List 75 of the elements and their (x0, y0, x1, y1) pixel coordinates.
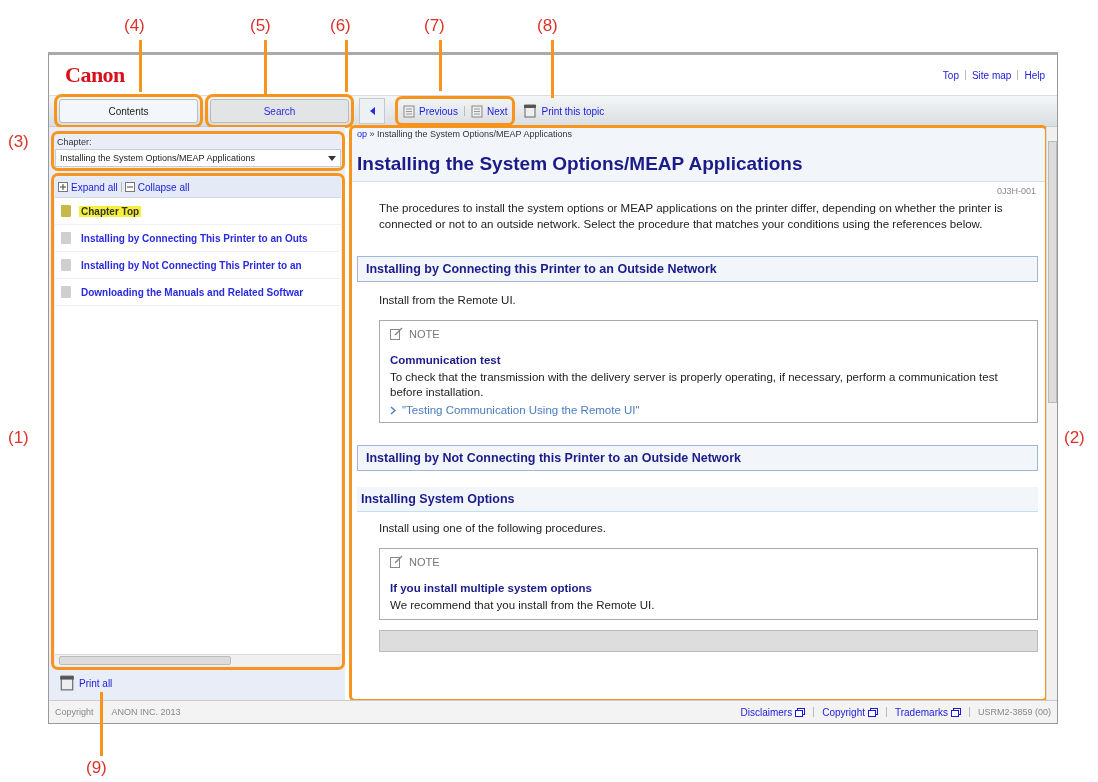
tree-item[interactable]: Chapter Top (55, 198, 341, 225)
reference-link[interactable]: "Testing Communication Using the Remote UI" (390, 404, 1027, 416)
chapter-dropdown[interactable]: Installing the System Options/MEAP Applications (55, 149, 341, 167)
note-label: NOTE (409, 327, 440, 340)
callout-number: (3) (8, 132, 29, 152)
breadcrumb: op » Installing the System Options/MEAP Applications (357, 129, 573, 139)
leader-line (100, 692, 103, 756)
pencil-note-icon (390, 327, 403, 340)
printer-icon (523, 104, 538, 118)
note-title: Communication test (390, 354, 502, 366)
chapter-label: Chapter: (56, 136, 93, 149)
paragraph: Install from the Remote UI. (379, 293, 517, 308)
manual-code: USRM2-3859 (00) (977, 707, 1051, 717)
callout-number: (6) (330, 16, 351, 36)
tree-item[interactable]: Installing by Connecting This Printer to an Outs (55, 225, 341, 252)
tree-action-link[interactable]: Expand all (71, 181, 118, 193)
external-window-icon (868, 707, 878, 717)
next-link[interactable]: Next (470, 104, 508, 118)
logo: Canon (65, 62, 125, 88)
callout-number: (4) (124, 16, 145, 36)
previous-link[interactable]: Previous (403, 104, 458, 118)
external-window-icon (795, 707, 806, 717)
section-heading: Installing by Connecting this Printer to an Outside Network (357, 256, 1038, 282)
page-icon (61, 259, 71, 271)
page-icon (61, 232, 71, 244)
document-id: 0J3H-001 (996, 186, 1036, 196)
tree-action-link[interactable]: Collapse all (137, 181, 190, 193)
header-link[interactable]: Help (1024, 69, 1045, 81)
footer-link[interactable]: Copyright (822, 706, 878, 718)
footer-link[interactable]: Disclaimers (740, 706, 806, 718)
callout-number: (9) (86, 758, 107, 778)
copyright-owner: ANON INC. 2013 (111, 707, 181, 717)
paragraph: Install using one of the following procedures. (379, 521, 607, 536)
breadcrumb-link[interactable]: op (357, 129, 367, 139)
page-title: Installing the System Options/MEAP Applications (357, 153, 804, 175)
note-label: NOTE (409, 555, 440, 568)
footer-link[interactable]: Trademarks (895, 706, 961, 718)
dropdown-arrow-icon (328, 155, 336, 161)
print-topic-link[interactable]: Print this topic (523, 104, 605, 118)
printer-icon (59, 675, 75, 691)
note-title: If you install multiple system options (390, 582, 593, 594)
copyright-label: Copyright (55, 707, 94, 717)
callout-number: (8) (537, 16, 558, 36)
tree-item[interactable]: Installing by Not Connecting This Printer to an (55, 252, 341, 279)
vertical-scrollbar[interactable] (1046, 127, 1057, 700)
plus-box-icon (58, 182, 68, 192)
section-heading: Installing by Not Connecting this Printer to an Outside Network (357, 445, 1038, 471)
collapse-panel-button[interactable] (359, 98, 385, 124)
note-text: We recommend that you install from the Remote UI. (390, 598, 656, 613)
pencil-note-icon (390, 555, 403, 568)
page-icon (61, 286, 71, 298)
document-icon (470, 104, 483, 118)
print-all-link[interactable]: Print all (55, 666, 341, 700)
document-icon (403, 104, 415, 118)
minus-box-icon (124, 182, 135, 192)
note-text: To check that the transmission with the delivery server is properly operating, if necessary, perform a communication test before installation. (390, 370, 999, 400)
chevron-right-icon (390, 405, 396, 415)
paragraph: The procedures to install the system options or MEAP applications on the printer differ, depending on whether the printer is connected or not to an outside network. Select the procedure that matches your conditions using the references below. (379, 201, 1004, 232)
leader-line (345, 40, 348, 92)
callout-number: (1) (8, 428, 29, 448)
triangle-left-icon (369, 107, 375, 115)
leader-line (139, 40, 142, 92)
external-window-icon (950, 707, 961, 717)
page-icon (61, 205, 71, 217)
subsection-heading: Installing System Options (357, 487, 1038, 512)
header-link[interactable]: Site map (971, 69, 1012, 81)
horizontal-scrollbar[interactable] (55, 654, 341, 666)
leader-line (551, 40, 554, 98)
header-link[interactable]: Top (942, 69, 959, 81)
callout-number: (5) (250, 16, 271, 36)
leader-line (439, 40, 442, 91)
callout-number: (2) (1064, 428, 1085, 448)
callout-number: (7) (424, 16, 445, 36)
tree-item[interactable]: Downloading the Manuals and Related Softwar (55, 279, 341, 306)
leader-line (264, 40, 267, 95)
